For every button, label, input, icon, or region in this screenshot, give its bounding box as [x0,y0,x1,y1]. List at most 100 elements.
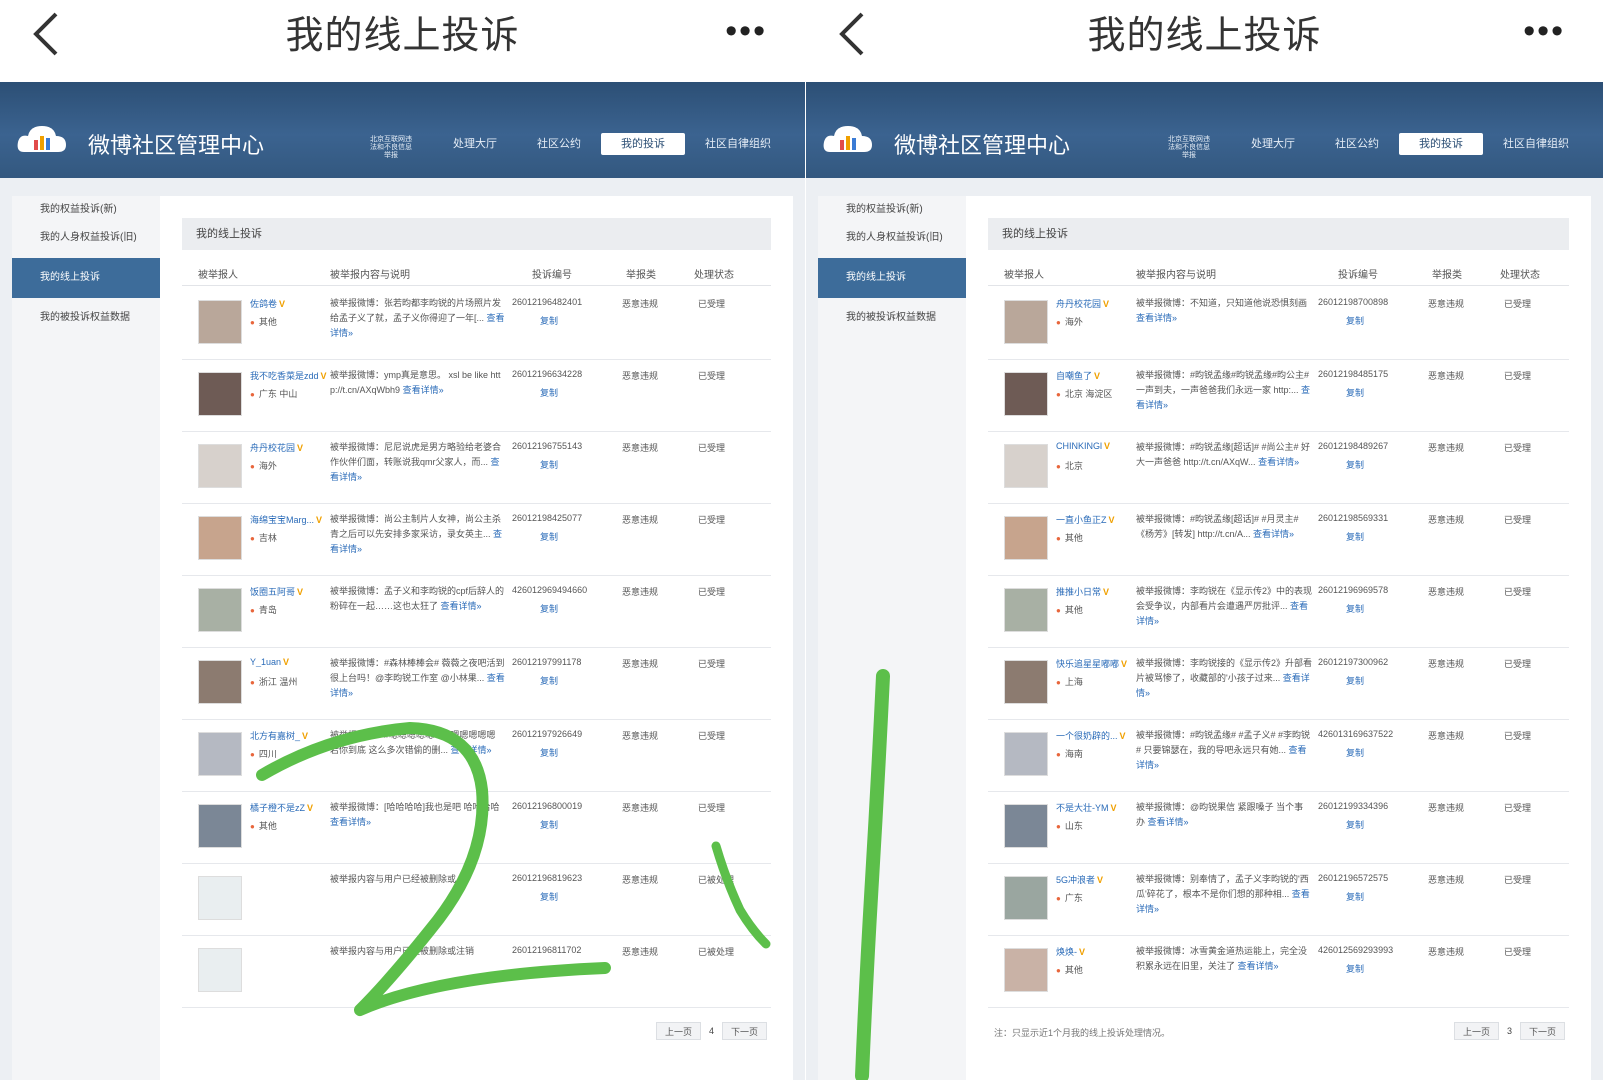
reported-user-nickname[interactable]: 北方有嘉树_ V [250,729,328,742]
copy-link[interactable]: 复制 [1346,890,1364,903]
verified-v-icon: V [1121,659,1128,669]
view-details-link[interactable]: 查看详情» [1258,457,1299,467]
reported-user-nickname[interactable]: 一直小鱼正Z V [1056,513,1134,526]
reported-user-nickname[interactable]: 佐鸽卷 V [250,297,328,310]
copy-link[interactable]: 复制 [540,602,558,615]
avatar[interactable] [198,876,242,920]
next-page-button[interactable]: 下一页 [1519,1022,1565,1040]
nav-item-self-discipline[interactable]: 社区自律组织 [1483,133,1589,155]
next-page-button[interactable]: 下一页 [721,1022,767,1040]
view-details-link[interactable]: 查看详情» [1253,529,1294,539]
reported-user-nickname[interactable]: 舟丹校花园 V [250,441,328,454]
view-details-link[interactable]: 查看详情» [1136,313,1177,323]
copy-link[interactable]: 复制 [540,746,558,759]
nav-item-report-center[interactable]: 北京互联网违法和不良信息举报 [349,133,433,159]
nav-item-my-complaints[interactable]: 我的投诉 [1399,133,1483,155]
view-details-link[interactable]: 查看详情» [1238,961,1279,971]
avatar[interactable] [1004,660,1048,704]
avatar[interactable] [198,588,242,632]
copy-link[interactable]: 复制 [1346,962,1364,975]
sidebar-item-rights-new[interactable]: 我的权益投诉(新) [12,196,160,224]
more-menu-icon[interactable]: ••• [725,14,767,48]
avatar[interactable] [1004,372,1048,416]
copy-link[interactable]: 复制 [1346,818,1364,831]
copy-link[interactable]: 复制 [540,674,558,687]
copy-link[interactable]: 复制 [540,314,558,327]
report-category: 恶意违规 [622,587,659,597]
nav-item-convention[interactable]: 社区公约 [517,133,601,155]
reported-user-nickname[interactable]: CHINKINGl V [1056,441,1134,451]
copy-link[interactable]: 复制 [1346,314,1364,327]
prev-page-button[interactable]: 上一页 [655,1022,701,1040]
view-details-link[interactable]: 查看详情» [403,385,444,395]
avatar[interactable] [1004,948,1048,992]
avatar[interactable] [1004,444,1048,488]
avatar[interactable] [1004,804,1048,848]
reported-user-nickname[interactable]: 不是大壮-YM V [1056,801,1134,814]
col-category: 举报类 [1432,270,1462,281]
copy-link[interactable]: 复制 [1346,602,1364,615]
copy-link[interactable]: 复制 [1346,530,1364,543]
reported-user-nickname[interactable]: 饭圈五阿哥 V [250,585,328,598]
avatar[interactable] [198,444,242,488]
avatar[interactable] [1004,732,1048,776]
avatar[interactable] [198,948,242,992]
avatar[interactable] [198,804,242,848]
nav-item-report-center[interactable]: 北京互联网违法和不良信息举报 [1147,133,1231,159]
nav-item-self-discipline[interactable]: 社区自律组织 [685,133,791,155]
complaint-list: 舟丹校花园V海外被举报微博：不知道，只知道他说恐惧刻画 查看详情»2601219… [988,288,1569,1008]
copy-link[interactable]: 复制 [540,818,558,831]
mobile-top-bar: 我的线上投诉 ••• [0,0,805,82]
reported-user-nickname[interactable]: 焕焕- V [1056,945,1134,958]
reported-user-nickname[interactable]: 我不吃香菜是zdd V [250,369,328,382]
copy-link[interactable]: 复制 [540,458,558,471]
nav-item-hall[interactable]: 处理大厅 [1231,133,1315,155]
avatar[interactable] [198,372,242,416]
reported-user-nickname[interactable]: 快乐追星星嘟嘟 V [1056,657,1134,670]
copy-link[interactable]: 复制 [540,386,558,399]
avatar[interactable] [1004,588,1048,632]
more-menu-icon[interactable]: ••• [1523,14,1565,48]
sidebar-item-online-complaints[interactable]: 我的线上投诉 [12,258,160,298]
avatar[interactable] [198,732,242,776]
nav-item-hall[interactable]: 处理大厅 [433,133,517,155]
copy-link[interactable]: 复制 [1346,674,1364,687]
reported-user-nickname[interactable]: 推推小日常 V [1056,585,1134,598]
process-status: 已受理 [1504,803,1532,813]
avatar[interactable] [198,300,242,344]
reported-user-nickname[interactable]: 自嘲鱼了 V [1056,369,1134,382]
sidebar-item-online-complaints[interactable]: 我的线上投诉 [818,258,966,298]
table-row: 一直小鱼正ZV 其他被举报微博：#昀锐孟缘[超话]# #月灵主# 《杨芳》[转发]… [988,504,1569,576]
nav-item-convention[interactable]: 社区公约 [1315,133,1399,155]
report-category: 恶意违规 [1428,947,1465,957]
sidebar-item-rights-old[interactable]: 我的人身权益投诉(旧) [818,224,966,252]
reported-user-nickname[interactable]: 橘子橙不是zZ V [250,801,328,814]
copy-link[interactable]: 复制 [1346,386,1364,399]
avatar[interactable] [198,660,242,704]
avatar[interactable] [198,516,242,560]
reported-user-nickname[interactable]: 海绵宝宝Marg... V [250,513,328,526]
copy-link[interactable]: 复制 [540,890,558,903]
prev-page-button[interactable]: 上一页 [1453,1022,1499,1040]
copy-link[interactable]: 复制 [540,530,558,543]
view-details-link[interactable]: 查看详情» [451,745,492,755]
view-details-link[interactable]: 查看详情» [441,601,482,611]
avatar[interactable] [1004,876,1048,920]
copy-link[interactable]: 复制 [1346,458,1364,471]
sidebar-item-complained-data[interactable]: 我的被投诉权益数据 [818,304,966,332]
reported-user-nickname[interactable]: 5G冲浪者 V [1056,873,1134,886]
view-details-link[interactable]: 查看详情» [1148,817,1189,827]
sidebar-item-rights-new[interactable]: 我的权益投诉(新) [818,196,966,224]
reported-user-nickname[interactable]: Y_1uan V [250,657,328,667]
verified-v-icon: V [1108,515,1115,525]
reported-user-nickname[interactable]: 舟丹校花园 V [1056,297,1134,310]
sidebar-item-complained-data[interactable]: 我的被投诉权益数据 [12,304,160,332]
process-status: 已受理 [1504,587,1532,597]
reported-user-nickname[interactable]: 一个很奶辟的... V [1056,729,1134,742]
copy-link[interactable]: 复制 [1346,746,1364,759]
avatar[interactable] [1004,516,1048,560]
nav-item-my-complaints[interactable]: 我的投诉 [601,133,685,155]
view-details-link[interactable]: 查看详情» [330,817,371,827]
sidebar-item-rights-old[interactable]: 我的人身权益投诉(旧) [12,224,160,252]
avatar[interactable] [1004,300,1048,344]
